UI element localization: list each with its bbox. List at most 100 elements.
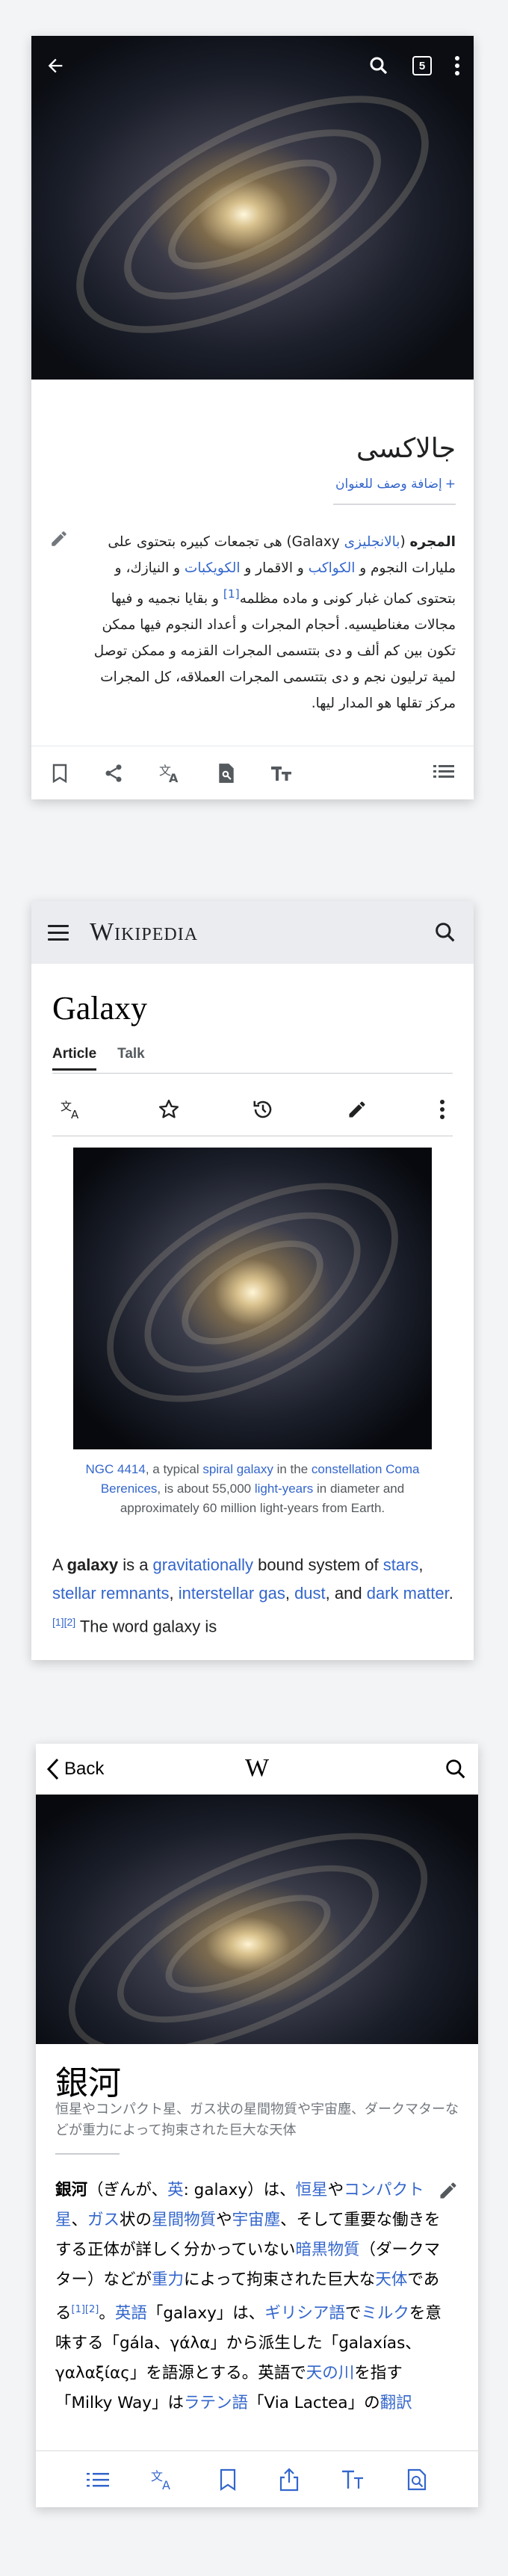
- body-text: و بقايا نجميه و فيها مجالات مغناطيسيه. أ…: [93, 591, 456, 712]
- svg-text:A: A: [71, 1108, 79, 1120]
- text-size-icon[interactable]: [270, 764, 293, 782]
- mobile-web-screen: Wikipedia Galaxy Article Talk 文A NGC 441…: [31, 901, 474, 1660]
- ngc-4414-link[interactable]: NGC 4414: [86, 1462, 146, 1476]
- body-text: bound system of: [253, 1555, 383, 1574]
- wikipedia-w-logo[interactable]: W: [245, 1754, 269, 1783]
- gas-link[interactable]: ガス: [87, 2211, 120, 2229]
- edit-pencil-icon[interactable]: [347, 1099, 368, 1120]
- share-icon[interactable]: [279, 2467, 300, 2492]
- article-title: جالاكسى: [356, 433, 456, 464]
- stars-link[interactable]: stars: [383, 1555, 419, 1574]
- english-link[interactable]: 英: [167, 2181, 184, 2199]
- search-icon[interactable]: [368, 55, 390, 77]
- svg-text:文: 文: [151, 2469, 163, 2483]
- interstellar-gas-link[interactable]: interstellar gas: [179, 1584, 285, 1603]
- body-text: （ぎんが、: [87, 2181, 168, 2199]
- language-icon[interactable]: 文A: [150, 2468, 177, 2491]
- table-of-contents-icon[interactable]: [86, 2471, 109, 2489]
- reference-link[interactable]: [1][2]: [52, 1616, 75, 1628]
- tabs-divider: [52, 1073, 453, 1074]
- lead-paragraph: A galaxy is a gravitationally bound syst…: [52, 1551, 456, 1641]
- search-icon[interactable]: [444, 1757, 468, 1781]
- reference-link[interactable]: [1][2]: [72, 2304, 99, 2315]
- body-text: 状の: [120, 2211, 152, 2229]
- stellar-remnants-link[interactable]: stellar remnants: [52, 1584, 170, 1603]
- svg-text:A: A: [169, 771, 179, 784]
- back-arrow-icon[interactable]: [45, 55, 66, 76]
- gravity-link[interactable]: 重力: [152, 2270, 184, 2289]
- find-in-page-icon[interactable]: [406, 2468, 427, 2491]
- nav-bar: Back W: [36, 1744, 478, 1795]
- body-text: A: [52, 1555, 67, 1574]
- milk-link[interactable]: ミルク: [361, 2304, 409, 2323]
- overflow-menu-icon[interactable]: [454, 55, 460, 76]
- cosmic-dust-link[interactable]: 宇宙塵: [232, 2211, 281, 2229]
- tab-talk[interactable]: Talk: [117, 1046, 145, 1071]
- asteroids-link[interactable]: الكويكبات: [185, 560, 241, 576]
- back-button[interactable]: Back: [46, 1758, 104, 1780]
- interstellar-medium-link[interactable]: 星間物質: [152, 2211, 216, 2229]
- body-text: 。: [99, 2304, 115, 2323]
- article-description: 恒星やコンパクト星、ガス状の星間物質や宇宙塵、ダークマターなどが重力によって拘束…: [55, 2102, 459, 2138]
- bookmark-icon[interactable]: [219, 2468, 237, 2491]
- english-link[interactable]: بالانجليزى: [344, 534, 400, 550]
- share-icon[interactable]: [103, 763, 124, 784]
- add-description-link[interactable]: + إضافة وصف للعنوان: [335, 477, 456, 492]
- body-text: is a: [118, 1555, 153, 1574]
- body-text: : galaxy）は、: [183, 2181, 296, 2199]
- search-icon[interactable]: [433, 920, 457, 944]
- astronomical-object-link[interactable]: 天体: [375, 2270, 407, 2289]
- caption-text: , a typical: [145, 1462, 203, 1476]
- wikipedia-wordmark[interactable]: Wikipedia: [90, 918, 198, 947]
- translate-icon[interactable]: 文A: [158, 763, 182, 784]
- latin-link[interactable]: ラテン語: [184, 2394, 248, 2412]
- page-tabs: Article Talk: [52, 1046, 145, 1071]
- greek-link[interactable]: ギリシア語: [264, 2304, 345, 2323]
- body-text: ,: [418, 1555, 424, 1574]
- galaxy-image[interactable]: [73, 1148, 432, 1449]
- tab-article[interactable]: Article: [52, 1046, 97, 1071]
- title-divider: [55, 2153, 120, 2155]
- svg-text:文: 文: [61, 1100, 72, 1113]
- body-text: و الاقمار و: [240, 560, 309, 576]
- dark-matter-link[interactable]: dark matter: [367, 1584, 449, 1603]
- history-icon[interactable]: [252, 1098, 274, 1121]
- body-text: 「galaxy」は、: [146, 2304, 265, 2323]
- arabic-app-screen: 5 جالاكسى + إضافة وصف للعنوان المجره (با…: [31, 36, 474, 799]
- english-language-link[interactable]: 英語: [115, 2304, 147, 2323]
- translation-link[interactable]: 翻訳: [380, 2394, 412, 2412]
- lead-paragraph: 銀河（ぎんが、英: galaxy）は、恒星やコンパクト星、ガス状の星間物質や宇宙…: [55, 2176, 454, 2418]
- star-link[interactable]: 恒星: [296, 2181, 328, 2199]
- language-icon[interactable]: 文A: [60, 1099, 85, 1120]
- tabs-count-button[interactable]: 5: [412, 56, 432, 75]
- milky-way-link[interactable]: 天の川: [306, 2364, 355, 2383]
- back-label: Back: [64, 1759, 105, 1779]
- plus-icon: +: [444, 477, 456, 492]
- edit-pencil-icon[interactable]: [49, 529, 69, 548]
- watch-star-icon[interactable]: [158, 1098, 180, 1121]
- bottom-toolbar: 文A: [36, 2450, 478, 2507]
- body-text: , and: [325, 1584, 367, 1603]
- galaxy-lead-image[interactable]: 5: [31, 36, 474, 380]
- reference-link[interactable]: [1]: [223, 587, 240, 601]
- page-actions: 文A: [52, 1088, 453, 1131]
- bottom-action-bar: 文A: [31, 746, 474, 799]
- spiral-galaxy-link[interactable]: spiral galaxy: [202, 1462, 273, 1476]
- caption-text: , is about 55,000: [157, 1481, 255, 1496]
- dark-matter-link[interactable]: 暗黒物質: [295, 2241, 359, 2259]
- more-options-icon[interactable]: [439, 1099, 445, 1120]
- dust-link[interactable]: dust: [294, 1584, 326, 1603]
- body-text: .: [448, 1584, 453, 1603]
- gravitationally-link[interactable]: gravitationally: [153, 1555, 254, 1574]
- page-title: Galaxy: [52, 990, 148, 1027]
- body-bold-term: galaxy: [66, 1555, 119, 1574]
- find-in-page-icon[interactable]: [217, 763, 236, 784]
- bookmark-icon[interactable]: [51, 764, 69, 783]
- text-size-icon[interactable]: [341, 2469, 365, 2490]
- planets-link[interactable]: الكواكب: [309, 560, 356, 576]
- caption-text: in the: [273, 1462, 312, 1476]
- hamburger-menu-icon[interactable]: [48, 924, 69, 941]
- table-of-contents-icon[interactable]: [433, 764, 454, 780]
- galaxy-lead-image[interactable]: [36, 1795, 478, 2044]
- light-years-link[interactable]: light-years: [255, 1481, 313, 1496]
